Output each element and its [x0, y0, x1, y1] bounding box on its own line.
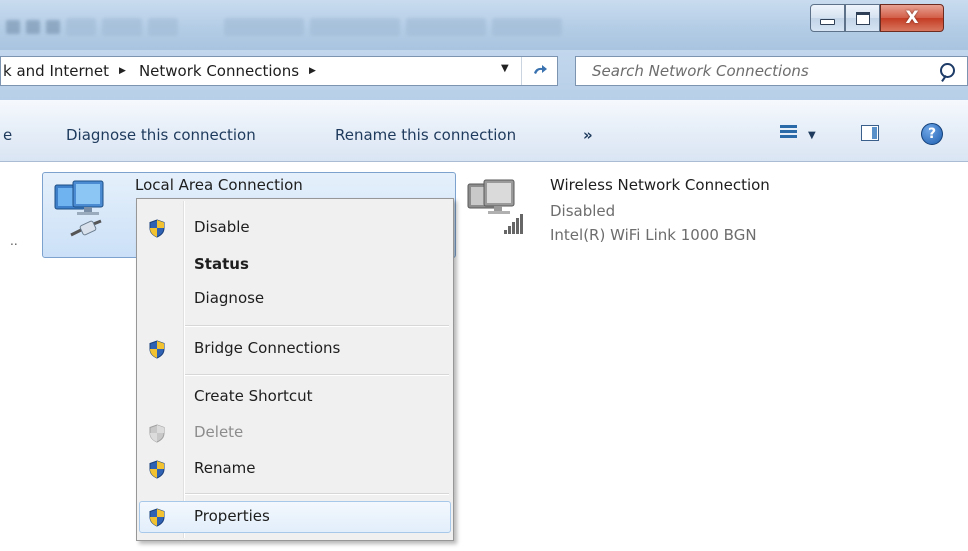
- search-box[interactable]: [575, 56, 968, 86]
- truncated-text: ..: [10, 234, 18, 248]
- blurred-pill: [224, 18, 304, 36]
- close-icon: X: [905, 8, 919, 28]
- close-button[interactable]: X: [880, 4, 944, 32]
- menu-item-label: Status: [194, 255, 249, 273]
- blurred-icon: [6, 20, 20, 34]
- command-partial-button[interactable]: e: [3, 126, 12, 144]
- command-bar: e Diagnose this connection Rename this c…: [0, 100, 968, 162]
- minimize-icon: [820, 19, 835, 25]
- help-icon[interactable]: ?: [921, 123, 943, 145]
- blurred-icon: [46, 20, 60, 34]
- uac-shield-icon: [149, 340, 165, 359]
- menu-item-rename[interactable]: Rename: [139, 453, 451, 485]
- blurred-toolbar: [0, 12, 776, 42]
- maximize-icon: [855, 11, 870, 25]
- menu-item-status[interactable]: Status: [139, 249, 451, 281]
- menu-item-diagnose[interactable]: Diagnose: [139, 283, 451, 315]
- chevron-right-icon[interactable]: ▶: [299, 66, 327, 76]
- minimize-button[interactable]: [810, 4, 845, 32]
- preview-pane-icon[interactable]: [861, 125, 879, 141]
- menu-item-label: Delete: [194, 423, 244, 441]
- menu-item-bridge-connections[interactable]: Bridge Connections: [139, 333, 451, 365]
- uac-shield-icon: [149, 424, 165, 443]
- change-view-icon[interactable]: [780, 125, 797, 142]
- menu-separator: [185, 325, 449, 327]
- adapter-name: Intel(R) WiFi Link 1000 BGN: [550, 226, 757, 244]
- maximize-button[interactable]: [845, 4, 880, 32]
- diagnose-connection-button[interactable]: Diagnose this connection: [66, 126, 256, 144]
- connection-name[interactable]: Wireless Network Connection: [550, 176, 770, 194]
- breadcrumb[interactable]: k and Internet ▶ Network Connections ▶ ▼: [0, 56, 558, 86]
- search-input[interactable]: [590, 61, 924, 81]
- title-bar: X: [0, 0, 968, 50]
- breadcrumb-item-network-connections[interactable]: Network Connections: [137, 62, 299, 80]
- menu-item-label: Rename: [194, 459, 256, 477]
- menu-item-label: Bridge Connections: [194, 339, 341, 357]
- blurred-pill: [310, 18, 400, 36]
- chevron-right-icon[interactable]: ▶: [109, 66, 137, 76]
- connection-status: Disabled: [550, 202, 616, 220]
- menu-separator: [185, 493, 449, 495]
- menu-item-create-shortcut[interactable]: Create Shortcut: [139, 381, 451, 413]
- menu-item-label: Create Shortcut: [194, 387, 313, 405]
- rename-connection-button[interactable]: Rename this connection: [335, 126, 516, 144]
- breadcrumb-item-network-and-internet[interactable]: k and Internet: [1, 62, 109, 80]
- menu-item-delete: Delete: [139, 417, 451, 449]
- wireless-network-icon[interactable]: [464, 176, 528, 240]
- search-icon[interactable]: [940, 63, 955, 78]
- view-dropdown-icon[interactable]: ▼: [808, 130, 816, 141]
- menu-item-label: Disable: [194, 218, 250, 236]
- context-menu: Disable Status Diagnose Bridge Connectio…: [136, 198, 454, 541]
- menu-item-properties[interactable]: Properties: [139, 501, 451, 533]
- blurred-pill: [148, 18, 178, 36]
- blurred-pill: [492, 18, 562, 36]
- menu-item-disable[interactable]: Disable: [139, 212, 451, 244]
- uac-shield-icon: [149, 219, 165, 238]
- address-row: k and Internet ▶ Network Connections ▶ ▼: [0, 50, 968, 100]
- menu-item-label: Properties: [194, 507, 270, 525]
- refresh-icon: [534, 65, 547, 74]
- blurred-icon: [26, 20, 40, 34]
- uac-shield-icon: [149, 460, 165, 479]
- menu-separator: [185, 374, 449, 376]
- wired-network-icon: [54, 180, 104, 237]
- more-commands-button[interactable]: »: [583, 126, 593, 144]
- blurred-pill: [66, 18, 96, 36]
- connection-name: Local Area Connection: [135, 176, 303, 194]
- refresh-button[interactable]: [521, 57, 560, 85]
- blurred-pill: [102, 18, 142, 36]
- address-dropdown-icon[interactable]: ▼: [501, 63, 509, 74]
- menu-item-label: Diagnose: [194, 289, 265, 307]
- blurred-pill: [406, 18, 486, 36]
- uac-shield-icon: [149, 508, 165, 527]
